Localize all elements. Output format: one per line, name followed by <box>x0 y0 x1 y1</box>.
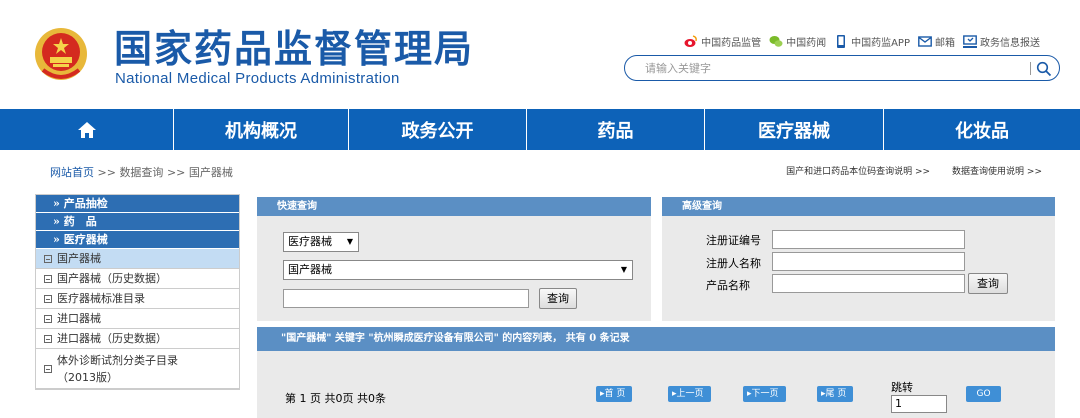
registrant-input[interactable] <box>772 252 965 271</box>
site-title: 国家药品监督管理局 <box>114 26 475 71</box>
wechat-icon <box>769 36 783 47</box>
nav-home[interactable] <box>0 109 174 150</box>
registrant-label: 注册人名称 <box>706 257 761 270</box>
link-wechat[interactable]: 中国药闻 <box>769 34 826 49</box>
prev-page-button[interactable]: ▸上一页 <box>668 386 711 402</box>
advanced-search-title: 高级查询 <box>662 197 1055 216</box>
sidebar-header-drugs[interactable]: » 药 品 <box>36 213 239 231</box>
site-search <box>624 55 1060 81</box>
mobile-icon <box>837 35 846 48</box>
search-divider <box>1030 62 1031 75</box>
category-select[interactable]: 医疗器械 ▼ <box>283 232 359 252</box>
sidebar: » 产品抽检 » 药 品 » 医疗器械 国产器械 国产器械（历史数据） 医疗器械… <box>35 194 240 390</box>
dropdown-arrow-icon: ▼ <box>346 237 353 246</box>
breadcrumb-current: 国产器械 <box>188 166 233 179</box>
weibo-icon <box>684 35 697 47</box>
sidebar-item-imported-devices-history[interactable]: 进口器械（历史数据） <box>36 329 239 349</box>
sidebar-header-devices[interactable]: » 医疗器械 <box>36 231 239 249</box>
nav-about[interactable]: 机构概况 <box>174 109 349 150</box>
advanced-search-panel: 高级查询 注册证编号 注册人名称 产品名称 查询 <box>662 197 1055 321</box>
site-title-en: National Medical Products Administration <box>115 70 400 87</box>
breadcrumb-home[interactable]: 网站首页 <box>50 166 94 179</box>
site-header: 国家药品监督管理局 National Medical Products Admi… <box>0 0 1080 107</box>
jump-label: 跳转 <box>891 381 913 394</box>
data-query-guide-link[interactable]: 数据查询使用说明 >> <box>952 164 1042 177</box>
advanced-search-button[interactable]: 查询 <box>968 273 1008 294</box>
go-button[interactable]: GO <box>966 386 1001 402</box>
collapse-icon <box>44 364 52 373</box>
quick-search-panel: 快速查询 医疗器械 ▼ 国产器械 ▼ 查询 <box>257 197 651 321</box>
jump-page-input[interactable]: 1 <box>891 395 947 413</box>
report-icon <box>963 35 977 48</box>
sidebar-item-device-standards[interactable]: 医疗器械标准目录 <box>36 289 239 309</box>
reg-cert-input[interactable] <box>772 230 965 249</box>
sidebar-item-imported-devices[interactable]: 进口器械 <box>36 309 239 329</box>
help-links: 国产和进口药品本位码查询说明 >> 数据查询使用说明 >> <box>786 164 1042 177</box>
collapse-icon <box>44 274 52 283</box>
page-info: 第 1 页 共0页 共0条 <box>285 392 386 405</box>
collapse-icon <box>44 294 52 303</box>
search-icon[interactable] <box>1036 61 1052 77</box>
results-header: "国产器械" 关键字 "杭州瞬成医疗设备有限公司" 的内容列表， 共有 0 条记… <box>257 327 1055 351</box>
collapse-icon <box>44 254 52 263</box>
sidebar-item-ivd-catalog[interactable]: 体外诊断试剂分类子目录（2013版） <box>36 349 239 389</box>
search-input[interactable] <box>645 60 1025 76</box>
dropdown-arrow-icon: ▼ <box>620 265 627 274</box>
top-links: 中国药品监管 中国药闻 中国药监APP 邮箱 政务信息报送 <box>684 34 1040 49</box>
nav-cosmetics[interactable]: 化妆品 <box>884 109 1080 150</box>
collapse-icon <box>44 314 52 323</box>
link-report[interactable]: 政务信息报送 <box>963 34 1040 49</box>
next-page-button[interactable]: ▸下一页 <box>743 386 786 402</box>
link-app[interactable]: 中国药监APP <box>834 34 910 49</box>
keyword-input[interactable] <box>283 289 529 308</box>
product-name-label: 产品名称 <box>706 279 750 292</box>
last-page-button[interactable]: ▸尾 页 <box>817 386 854 402</box>
sidebar-header-sampling[interactable]: » 产品抽检 <box>36 195 239 213</box>
breadcrumb: 网站首页 >> 数据查询 >> 国产器械 <box>50 164 233 180</box>
reg-cert-label: 注册证编号 <box>706 234 761 247</box>
nav-gov-affairs[interactable]: 政务公开 <box>349 109 527 150</box>
main-nav: 机构概况 政务公开 药品 医疗器械 化妆品 <box>0 109 1080 150</box>
mail-icon <box>918 36 932 47</box>
sidebar-item-domestic-devices[interactable]: 国产器械 <box>36 249 239 269</box>
code-query-guide-link[interactable]: 国产和进口药品本位码查询说明 >> <box>786 164 930 177</box>
link-weibo[interactable]: 中国药品监管 <box>684 34 761 49</box>
national-emblem-icon <box>35 28 87 80</box>
quick-search-button[interactable]: 查询 <box>539 288 577 309</box>
quick-search-title: 快速查询 <box>257 197 651 216</box>
breadcrumb-sep: >> <box>97 166 116 179</box>
sidebar-item-domestic-devices-history[interactable]: 国产器械（历史数据） <box>36 269 239 289</box>
link-mail[interactable]: 邮箱 <box>918 34 955 49</box>
nav-devices[interactable]: 医疗器械 <box>705 109 884 150</box>
nav-drugs[interactable]: 药品 <box>527 109 705 150</box>
results-panel: "国产器械" 关键字 "杭州瞬成医疗设备有限公司" 的内容列表， 共有 0 条记… <box>257 327 1055 418</box>
home-icon <box>77 121 96 138</box>
breadcrumb-data-query[interactable]: 数据查询 <box>119 166 163 179</box>
breadcrumb-sep: >> <box>166 166 186 179</box>
first-page-button[interactable]: ▸首 页 <box>596 386 633 402</box>
collapse-icon <box>44 334 52 343</box>
database-select[interactable]: 国产器械 ▼ <box>283 260 633 280</box>
product-name-input[interactable] <box>772 274 965 293</box>
